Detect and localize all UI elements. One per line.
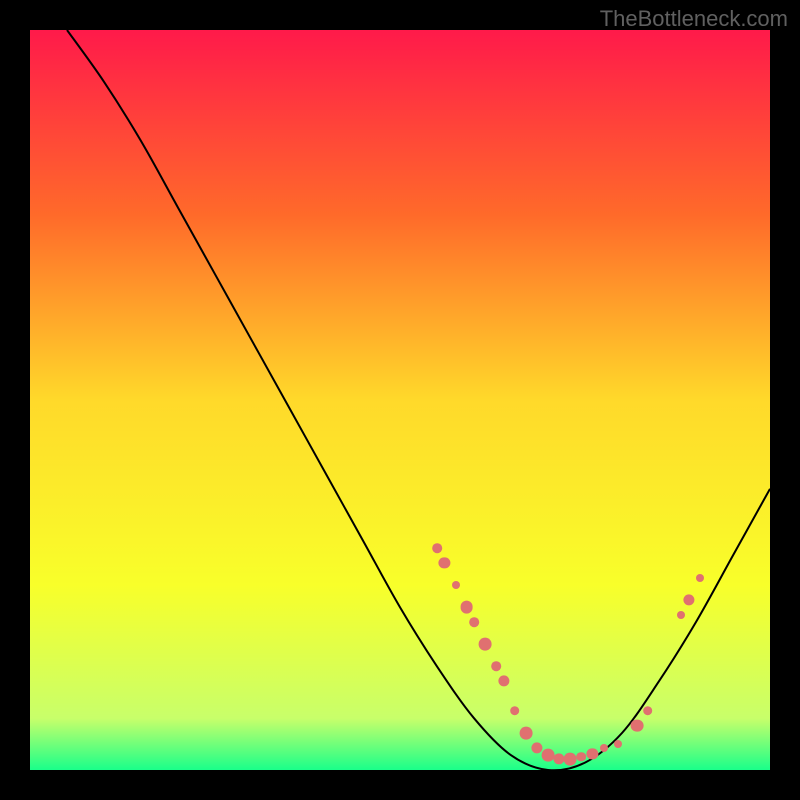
chart-data-point — [696, 574, 704, 582]
chart-data-point — [587, 748, 598, 759]
chart-data-point — [531, 742, 542, 753]
chart-data-point — [460, 601, 473, 614]
chart-data-point — [577, 752, 587, 762]
chart-data-point — [614, 740, 622, 748]
chart-data-point — [643, 706, 653, 716]
chart-data-point — [439, 557, 450, 568]
chart-data-point — [630, 719, 643, 732]
chart-data-point — [542, 749, 555, 762]
chart-data-point — [683, 594, 694, 605]
chart-data-point — [498, 676, 509, 687]
chart-data-point — [600, 744, 608, 752]
chart-data-point — [432, 543, 442, 553]
chart-plot-area — [30, 30, 770, 770]
chart-dots-layer — [30, 30, 770, 770]
chart-data-point — [564, 752, 577, 765]
chart-data-point — [510, 706, 520, 716]
chart-data-point — [452, 581, 460, 589]
chart-data-point — [519, 727, 532, 740]
watermark-text: TheBottleneck.com — [600, 6, 788, 32]
chart-data-point — [479, 638, 492, 651]
chart-data-point — [491, 662, 501, 672]
chart-data-point — [677, 611, 685, 619]
chart-data-point — [469, 617, 479, 627]
